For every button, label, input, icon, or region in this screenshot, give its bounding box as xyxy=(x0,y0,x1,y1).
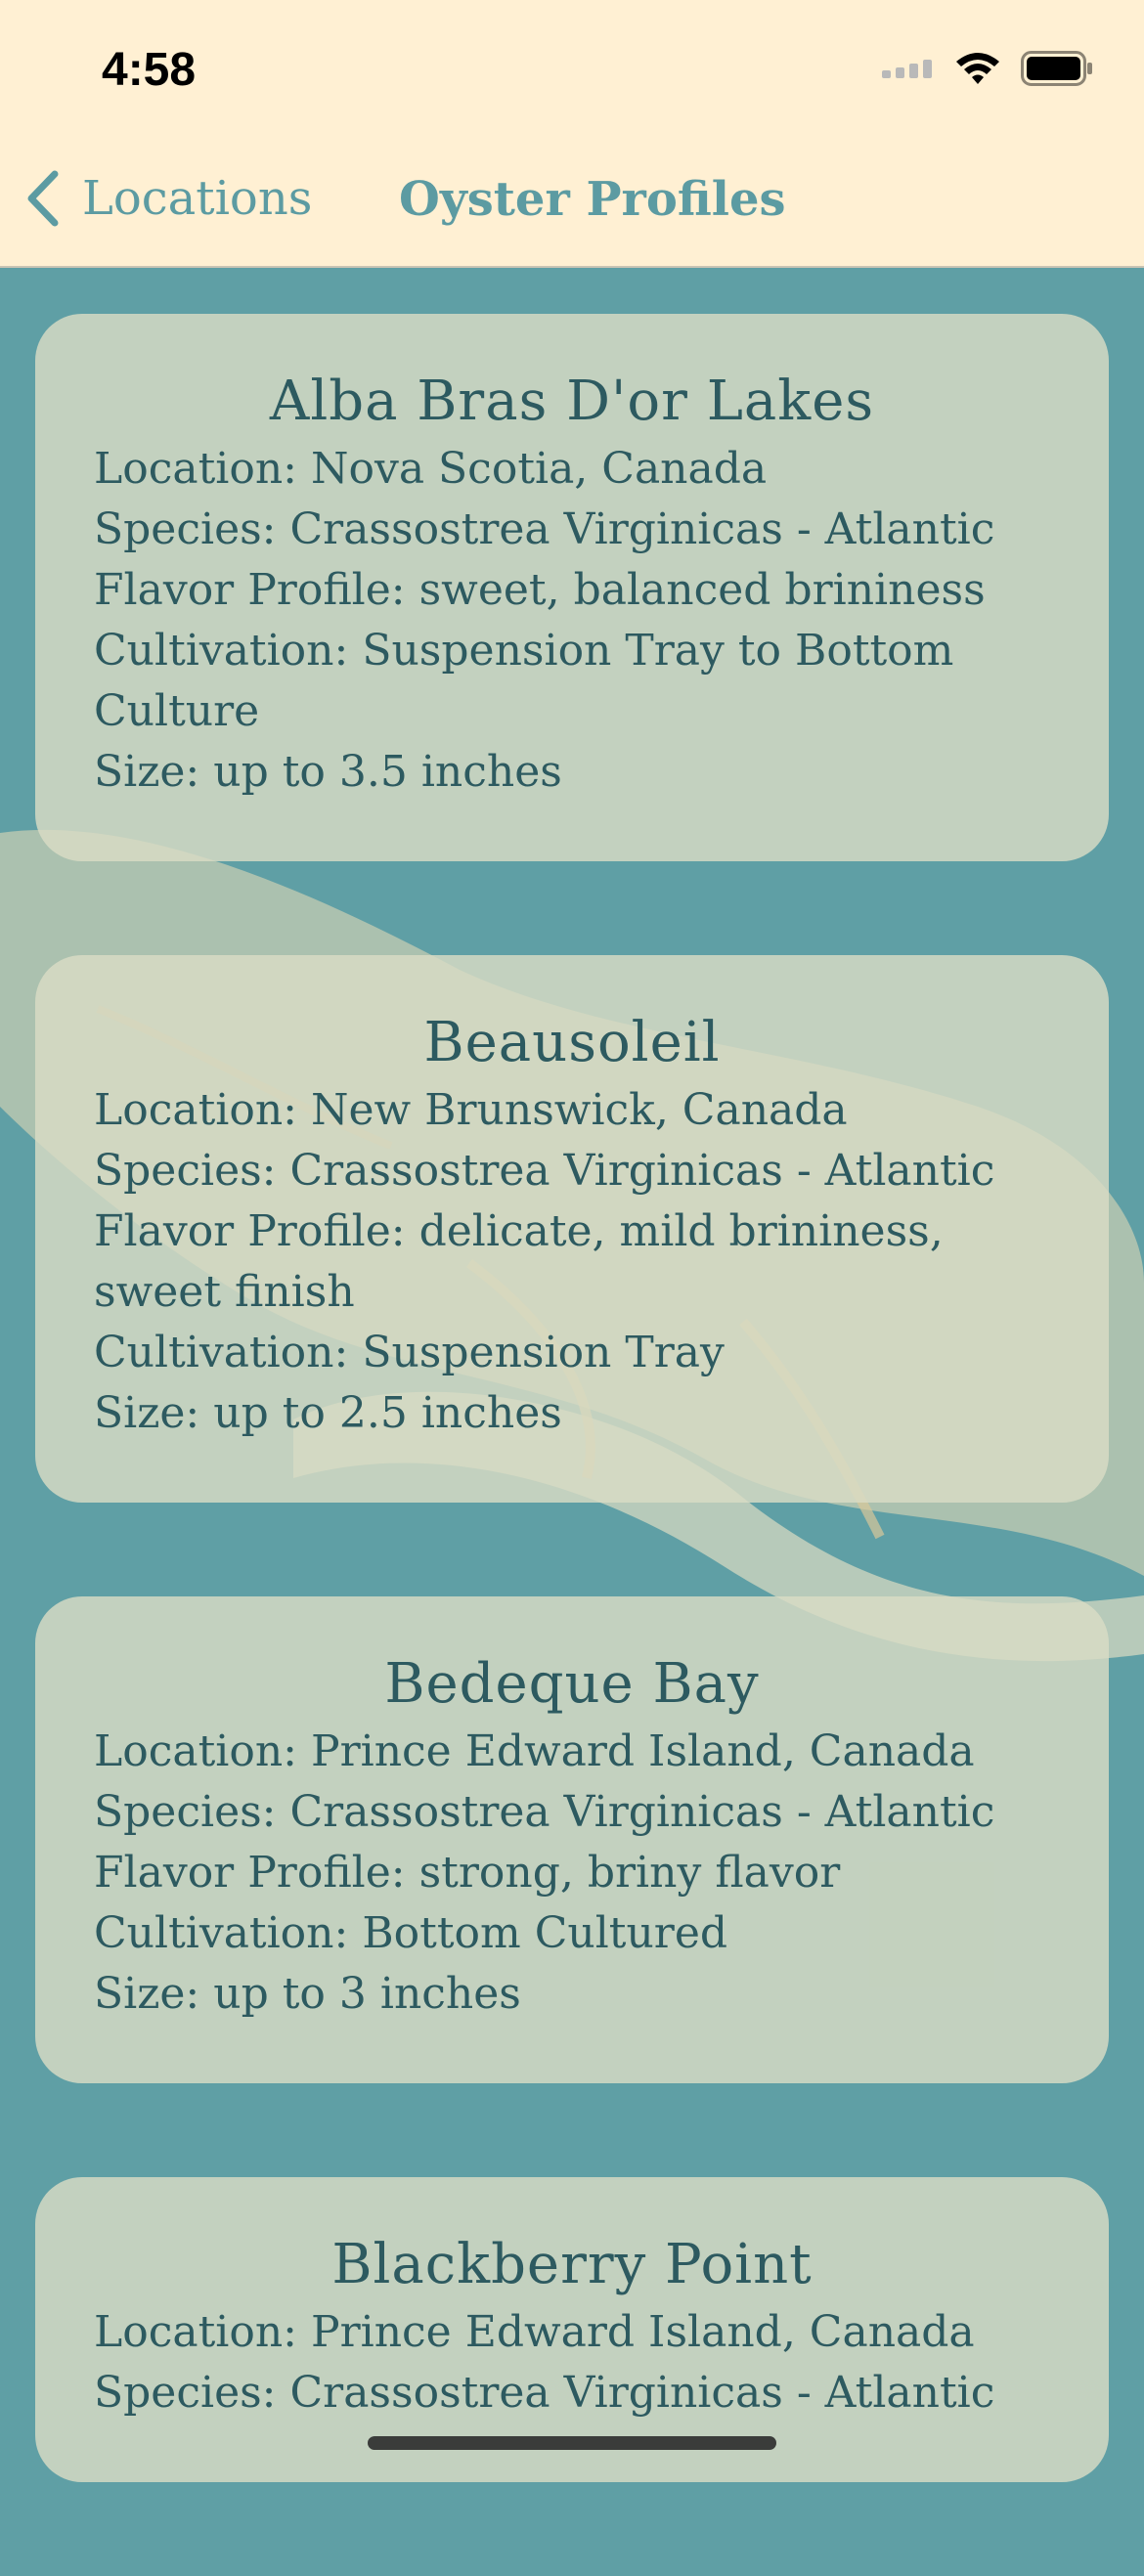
oyster-name: Beausoleil xyxy=(423,1011,721,1074)
oyster-size: Size: up to 3.5 inches xyxy=(94,747,562,797)
oyster-card[interactable]: Alba Bras D'or Lakes Location: Nova Scot… xyxy=(35,314,1109,861)
oyster-card[interactable]: Beausoleil Location: New Brunswick, Cana… xyxy=(35,955,1109,1503)
oyster-location: Location: Prince Edward Island, Canada xyxy=(94,1726,975,1776)
oyster-species: Species: Crassostrea Virginicas - Atlant… xyxy=(94,1146,995,1196)
back-button-label: Locations xyxy=(82,171,313,226)
oyster-size: Size: up to 3 inches xyxy=(94,1969,521,2019)
status-icons xyxy=(882,51,1093,86)
oyster-location: Location: Nova Scotia, Canada xyxy=(94,444,768,494)
oyster-flavor: Flavor Profile: sweet, balanced brinines… xyxy=(94,565,986,615)
oyster-size: Size: up to 2.5 inches xyxy=(94,1388,562,1438)
oyster-name: Blackberry Point xyxy=(331,2233,813,2296)
oyster-species: Species: Crassostrea Virginicas - Atlant… xyxy=(94,504,995,554)
oyster-card[interactable]: Bedeque Bay Location: Prince Edward Isla… xyxy=(35,1596,1109,2083)
cellular-signal-icon xyxy=(882,60,932,78)
oyster-cultivation: Cultivation: Suspension Tray to Bottom C… xyxy=(94,626,954,736)
oyster-location: Location: Prince Edward Island, Canada xyxy=(94,2307,975,2357)
home-indicator[interactable] xyxy=(368,2436,776,2450)
wifi-icon xyxy=(956,53,999,84)
oyster-flavor: Flavor Profile: strong, briny flavor xyxy=(94,1848,841,1898)
oyster-cultivation: Cultivation: Bottom Cultured xyxy=(94,1908,728,1958)
oyster-species: Species: Crassostrea Virginicas - Atlant… xyxy=(94,1787,995,1837)
page-title: Oyster Profiles xyxy=(399,172,786,227)
battery-icon xyxy=(1021,51,1092,86)
oyster-cultivation: Cultivation: Suspension Tray xyxy=(94,1328,725,1377)
oyster-location: Location: New Brunswick, Canada xyxy=(94,1085,848,1135)
status-bar: 4:58 xyxy=(0,0,1144,147)
status-time: 4:58 xyxy=(102,44,197,96)
oyster-name: Bedeque Bay xyxy=(384,1652,760,1716)
oyster-species: Species: Crassostrea Virginicas - Atlant… xyxy=(94,2368,995,2418)
oyster-profile-list[interactable]: Alba Bras D'or Lakes Location: Nova Scot… xyxy=(35,314,1109,2576)
oyster-name: Alba Bras D'or Lakes xyxy=(269,370,875,433)
chevron-left-icon xyxy=(27,170,59,227)
navigation-bar: Locations Oyster Profiles xyxy=(0,147,1144,268)
back-button[interactable]: Locations xyxy=(25,170,312,227)
oyster-flavor: Flavor Profile: delicate, mild brininess… xyxy=(94,1206,944,1317)
